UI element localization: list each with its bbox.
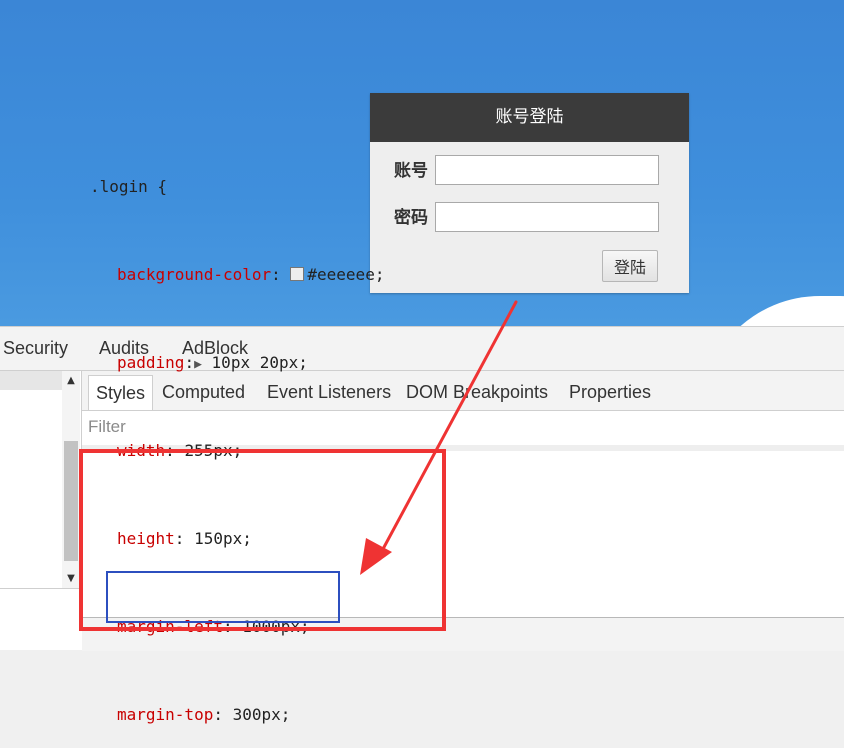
css-selector: .login { (90, 177, 168, 196)
css-property-name[interactable]: background-color (117, 265, 271, 284)
css-property-value[interactable]: 1000px; (242, 617, 309, 636)
css-declaration-padding[interactable]: padding:▶ 10px 20px; (90, 352, 530, 374)
css-property-name[interactable]: width (117, 441, 165, 460)
expand-triangle-icon[interactable]: ▶ (194, 357, 202, 372)
css-declaration-background-color[interactable]: background-color: #eeeeee; (90, 264, 530, 286)
css-property-name[interactable]: padding (117, 353, 184, 372)
css-property-value[interactable]: #eeeeee; (307, 265, 384, 284)
css-property-value[interactable]: 255px; (184, 441, 242, 460)
scroll-down-arrow-icon[interactable]: ▼ (62, 571, 80, 587)
elements-tree-pane: ▲ ▼ (0, 371, 82, 618)
color-swatch-icon[interactable] (290, 267, 305, 281)
css-rule-block: .login { background-color: #eeeeee; padd… (90, 132, 530, 748)
css-property-value[interactable]: 150px; (194, 529, 252, 548)
css-property-name[interactable]: margin-left (117, 617, 223, 636)
css-property-value[interactable]: 300px; (233, 705, 291, 724)
scroll-up-arrow-icon[interactable]: ▲ (62, 373, 80, 389)
css-declaration-width[interactable]: width: 255px; (90, 440, 530, 462)
css-declaration-height[interactable]: height: 150px; (90, 528, 530, 550)
scrollbar-thumb[interactable] (64, 441, 78, 561)
vertical-scrollbar[interactable]: ▲ ▼ (62, 371, 80, 588)
css-property-value[interactable]: 10px 20px; (212, 353, 308, 372)
css-declaration-margin-top[interactable]: margin-top: 300px; (90, 704, 530, 726)
css-declaration-margin-left[interactable]: margin-left: 1000px; (90, 616, 530, 638)
css-property-name[interactable]: margin-top (117, 705, 213, 724)
elements-breadcrumb-bar (0, 588, 82, 618)
login-button[interactable]: 登陆 (602, 250, 658, 282)
css-property-name[interactable]: height (117, 529, 175, 548)
tab-properties[interactable]: Properties (569, 375, 651, 410)
background-cloud-shape (700, 296, 844, 326)
selected-node-highlight (0, 371, 62, 390)
tab-security[interactable]: Security (3, 327, 68, 370)
